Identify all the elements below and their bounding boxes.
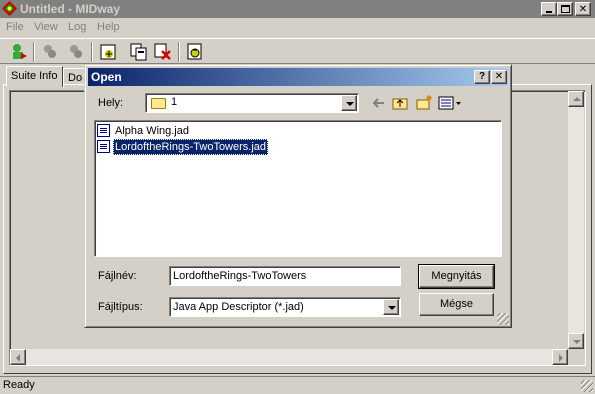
scroll-down-button[interactable] — [568, 333, 584, 349]
filename-label: Fájlnév: — [98, 270, 137, 282]
back-button[interactable] — [370, 94, 388, 112]
up-folder-button[interactable] — [391, 94, 409, 112]
dialog-title: Open — [91, 70, 122, 84]
tab-label: Do — [68, 72, 83, 84]
dialog-close-button[interactable]: ✕ — [491, 70, 507, 84]
new-folder-button[interactable] — [415, 94, 433, 112]
look-in-value: 1 — [171, 96, 178, 108]
down-arrow-icon — [573, 340, 581, 344]
open-suite-button[interactable] — [8, 41, 30, 63]
vertical-scrollbar[interactable] — [568, 91, 584, 349]
filetype-value: Java App Descriptor (*.jad) — [173, 301, 304, 313]
close-icon: ✕ — [494, 71, 504, 82]
open-dialog: Open ? ✕ Hely: 1 Alpha Wing.jad Lordofth… — [84, 64, 512, 328]
cancel-button[interactable]: Mégse — [419, 293, 494, 316]
chevron-down-icon[interactable] — [383, 299, 399, 315]
status-bar: Ready — [0, 376, 595, 394]
horizontal-scrollbar[interactable] — [10, 349, 568, 365]
menu-log[interactable]: Log — [68, 21, 86, 33]
jad-file-icon — [97, 124, 110, 137]
left-arrow-icon — [16, 354, 20, 362]
main-title-bar[interactable]: Untitled - MIDway ✕ — [0, 0, 595, 18]
file-name: Alpha Wing.jad — [115, 125, 189, 137]
view-menu-button[interactable] — [437, 94, 463, 112]
help-icon: ? — [478, 71, 486, 82]
scroll-left-button[interactable] — [10, 349, 26, 365]
resize-grip-icon[interactable] — [581, 380, 593, 392]
open-suite-icon — [13, 44, 27, 59]
main-window-title: Untitled - MIDway — [20, 2, 121, 16]
menu-help[interactable]: Help — [97, 21, 120, 33]
maximize-button[interactable] — [557, 2, 573, 16]
scroll-up-button[interactable] — [568, 91, 584, 107]
jad-file-icon — [97, 140, 110, 153]
look-in-label: Hely: — [98, 97, 124, 109]
right-arrow-icon — [559, 354, 563, 362]
look-in-combo[interactable]: 1 — [145, 93, 359, 113]
scroll-right-button[interactable] — [552, 349, 568, 365]
run-button[interactable] — [184, 41, 206, 63]
delete-button[interactable] — [152, 41, 174, 63]
minimize-button[interactable] — [541, 2, 557, 16]
tool-button-2[interactable] — [39, 41, 61, 63]
close-button[interactable]: ✕ — [575, 2, 591, 16]
menu-file[interactable]: File — [6, 21, 24, 33]
view-menu-icon — [438, 96, 461, 110]
filename-value: LordoftheRings-TwoTowers — [173, 270, 307, 282]
cancel-button-label: Mégse — [439, 298, 474, 310]
tab-suite-info[interactable]: Suite Info — [6, 66, 63, 87]
minimize-icon — [546, 11, 552, 13]
maximize-icon — [561, 5, 570, 13]
gray-tool-icon — [70, 45, 82, 58]
filetype-label: Fájltípus: — [98, 301, 143, 313]
status-text: Ready — [3, 379, 35, 391]
gray-tool-icon — [44, 45, 56, 58]
open-button-label: Megnyitás — [431, 270, 482, 282]
help-button[interactable]: ? — [474, 70, 490, 84]
chevron-down-icon[interactable] — [341, 95, 357, 111]
copy-button[interactable] — [128, 41, 150, 63]
file-list[interactable]: Alpha Wing.jad LordoftheRings-TwoTowers.… — [94, 120, 502, 257]
open-button[interactable]: Megnyitás — [418, 264, 495, 289]
resize-grip-icon[interactable] — [497, 313, 509, 325]
install-icon — [100, 44, 116, 60]
menu-bar: File View Log Help — [0, 19, 595, 37]
file-name: LordoftheRings-TwoTowers.jad — [113, 139, 269, 155]
filename-field[interactable]: LordoftheRings-TwoTowers — [169, 266, 401, 286]
close-icon: ✕ — [578, 4, 588, 15]
run-icon — [187, 43, 202, 60]
delete-icon — [154, 43, 171, 60]
install-button[interactable] — [97, 41, 119, 63]
toolbar — [0, 38, 595, 64]
dialog-title-bar[interactable]: Open ? ✕ — [88, 68, 508, 86]
new-folder-icon — [416, 95, 432, 110]
up-arrow-icon — [573, 97, 581, 101]
folder-icon — [151, 98, 166, 109]
tool-button-3[interactable] — [65, 41, 87, 63]
menu-view[interactable]: View — [34, 21, 58, 33]
filetype-combo[interactable]: Java App Descriptor (*.jad) — [169, 297, 401, 317]
app-icon — [2, 1, 17, 16]
back-arrow-icon — [372, 98, 384, 108]
copy-icon — [130, 43, 147, 61]
up-folder-icon — [392, 98, 408, 110]
tab-label: Suite Info — [11, 70, 58, 82]
